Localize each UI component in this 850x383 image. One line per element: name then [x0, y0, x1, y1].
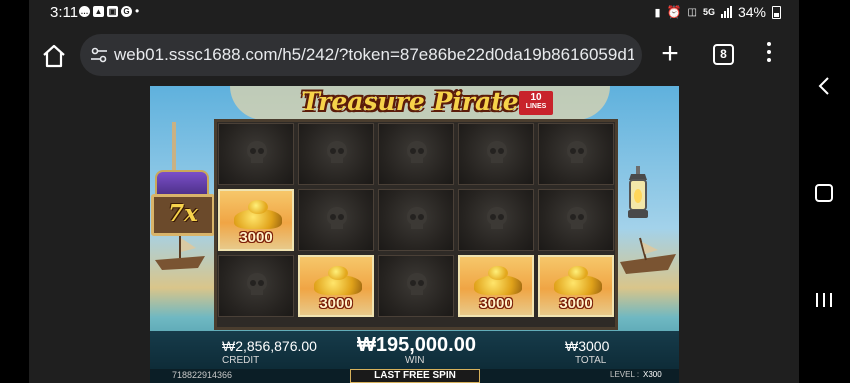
shipwreck-right-icon: [620, 237, 676, 274]
skull-symbol: [538, 123, 614, 185]
lines-badge: 10 LINES: [519, 91, 553, 115]
balance-bar: ₩2,856,876.00 CREDIT ₩195,000.00 WIN ₩30…: [150, 331, 679, 369]
chat-bubble-icon: …: [79, 6, 90, 17]
system-indicators: ▮ ⏰ ◫ 5G 34%: [654, 4, 781, 20]
overflow-menu-icon[interactable]: [765, 42, 773, 66]
skull-symbol: [378, 189, 454, 251]
home-icon[interactable]: [41, 43, 67, 69]
skull-icon: [567, 141, 587, 163]
url-text[interactable]: web01.sssc1688.com/h5/242/?token=87e86be…: [114, 45, 634, 65]
skull-icon: [407, 141, 427, 163]
android-nav-bar: [799, 0, 850, 383]
battery-icon: [772, 5, 781, 19]
shipwreck-left-icon: [155, 236, 205, 270]
skull-symbol: [458, 123, 534, 185]
skull-symbol: [378, 255, 454, 317]
recent-apps-icon[interactable]: [816, 293, 832, 307]
credit-label: CREDIT: [222, 355, 260, 366]
skull-icon: [567, 207, 587, 229]
new-tab-button[interactable]: +: [657, 39, 683, 69]
vibrate-icon: ◫: [687, 6, 697, 18]
level-value: X300: [643, 370, 662, 379]
skull-symbol: [298, 123, 374, 185]
skull-icon: [407, 273, 427, 295]
skull-symbol: [378, 123, 454, 185]
network-label: 5G: [702, 7, 715, 17]
battery-percent: 34%: [737, 4, 766, 20]
credit-value: ₩2,856,876.00: [222, 338, 317, 354]
gold-pile-icon: [314, 266, 362, 295]
info-bar: 718822914366 LAST FREE SPIN LEVEL : X300: [150, 369, 679, 383]
skull-icon: [247, 141, 267, 163]
gold-coin-symbol: 3000: [218, 189, 294, 251]
sim-icon: ▮: [654, 6, 661, 19]
tab-switcher-button[interactable]: 8: [713, 44, 734, 65]
symbol-value: 3000: [559, 295, 593, 312]
browser-toolbar: web01.sssc1688.com/h5/242/?token=87e86be…: [29, 26, 799, 84]
gold-coin-symbol: 3000: [538, 255, 614, 317]
reel-grid: 3000 3000 3000 3000: [214, 119, 618, 330]
win-label: WIN: [405, 355, 425, 366]
total-bet-value: ₩3000: [565, 338, 610, 354]
skull-icon: [487, 207, 507, 229]
game-canvas[interactable]: Treasure Pirate 10 LINES 7x 3000 3000 3000…: [150, 86, 679, 383]
status-time: 3:11: [50, 4, 79, 21]
round-id: 718822914366: [172, 370, 233, 380]
symbol-value: 3000: [239, 229, 273, 246]
gold-pile-icon: [234, 200, 282, 229]
multiplier-sign: 7x: [151, 194, 215, 236]
skull-symbol: [538, 189, 614, 251]
google-g-icon: G: [121, 6, 132, 17]
skull-symbol: [458, 189, 534, 251]
skull-icon: [327, 207, 347, 229]
status-dot: •: [135, 4, 140, 18]
notification-icons: … ▲ ▣ G: [79, 6, 132, 17]
skull-symbol: [218, 123, 294, 185]
skull-icon: [407, 207, 427, 229]
gold-coin-symbol: 3000: [298, 255, 374, 317]
level-label: LEVEL :: [610, 370, 640, 379]
signal-icon: [720, 6, 732, 18]
gold-coin-symbol: 3000: [458, 255, 534, 317]
skull-icon: [327, 141, 347, 163]
lines-label: LINES: [525, 103, 547, 110]
skull-symbol: [298, 189, 374, 251]
gallery-icon: ▣: [107, 6, 118, 17]
skull-icon: [247, 273, 267, 295]
lantern-icon: [628, 166, 648, 218]
win-value: ₩195,000.00: [357, 334, 476, 356]
url-bar[interactable]: web01.sssc1688.com/h5/242/?token=87e86be…: [80, 34, 642, 76]
last-free-spin-button[interactable]: LAST FREE SPIN: [350, 369, 480, 383]
home-nav-icon[interactable]: [815, 184, 833, 202]
symbol-value: 3000: [479, 295, 513, 312]
game-title-logo: Treasure Pirate: [301, 87, 519, 116]
back-icon[interactable]: [817, 76, 831, 96]
gold-pile-icon: [474, 266, 522, 295]
status-bar: 3:11 … ▲ ▣ G • ▮ ⏰ ◫ 5G 34%: [29, 0, 799, 26]
alarm-icon: ⏰: [666, 5, 682, 19]
skull-icon: [487, 141, 507, 163]
image-icon: ▲: [93, 6, 104, 17]
symbol-value: 3000: [319, 295, 353, 312]
site-settings-icon[interactable]: [90, 47, 108, 63]
gold-pile-icon: [554, 266, 602, 295]
total-bet-label: TOTAL: [575, 355, 607, 366]
lines-number: 10: [530, 92, 542, 103]
rope: [172, 122, 176, 170]
phone-screen: 3:11 … ▲ ▣ G • ▮ ⏰ ◫ 5G 34% web01.sssc16…: [29, 0, 799, 383]
skull-symbol: [218, 255, 294, 317]
